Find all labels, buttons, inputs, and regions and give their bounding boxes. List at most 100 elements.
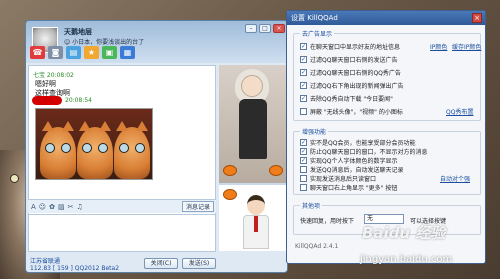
kitten-ear [79,121,91,131]
enhance-option[interactable]: ✓ 实现QQ个人字体颜色的数字显示 [300,156,397,165]
window-controls: – □ × [245,24,285,33]
message-meta: 20:08:54 [65,97,92,104]
ads-option[interactable]: 屏蔽 "无线头像"，"视频" 的小图标 [300,107,403,116]
ads-group-title: 去广告显示 [300,29,335,38]
send-button[interactable]: 发送(S) [182,258,216,269]
checkbox[interactable] [300,166,307,173]
option-label: 防止QQ聊天窗口的窗口，不显示对方的消息 [310,149,428,156]
chat-window: 天鹅地层 ☺ 小日本，你要浅谈出的台了 – □ × ☎ ◙ ▤ ★ ▣ ▦ 七宝… [25,20,288,273]
dialog-close-button[interactable]: × [472,13,482,23]
enhance-option[interactable]: 实现发送消息后只读窗口 [300,174,376,183]
option-label: 去除QQ秀自动下载 "今日要闻" [310,96,393,103]
kitten-eye [98,143,108,153]
scissors-icon[interactable]: ✂ [68,203,74,211]
ads-option[interactable]: ✓ 过滤QQ聊天窗口右侧的发送广告 [300,55,397,64]
ads-option[interactable]: ✓ 过滤QQ右下角出现的新闻弹出广告 [300,81,403,90]
message-history-button[interactable]: 消息记录 [181,201,214,212]
enhance-option[interactable]: 聊天窗口右上角显示 "更多" 按钮 [300,183,397,192]
qqshow-link[interactable]: QQ秀布置 [446,107,473,116]
checkbox[interactable]: ✓ [300,69,307,76]
kitten-eye [45,143,55,153]
kitten-eye [10,174,19,183]
option-label: 实不是QQ会员，也能享受部分会员功能 [310,140,416,147]
option-label: 过滤QQ右下角出现的新闻弹出广告 [310,83,404,90]
status-text: 112.83 [ 159 ] QQ2012 Beta2 [30,265,120,272]
boy-head [247,195,265,215]
dialog-title: 设置 KillQQAd [291,14,338,22]
option-label: 聊天窗口右上角显示 "更多" 按钮 [310,185,398,192]
message-input[interactable] [28,214,216,252]
enhance-option[interactable]: ✓ 防止QQ聊天窗口的窗口，不显示对方的消息 [300,147,427,156]
maximize-button[interactable]: □ [259,24,271,33]
option-label: 过滤QQ聊天窗口右侧的发送广告 [310,57,398,64]
kitten [77,121,113,179]
option-label: 在聊天窗口中显示好友的地址信息 [310,44,401,51]
enhance-group-title: 增强功能 [300,127,329,136]
file-icon[interactable]: ▤ [66,46,81,59]
checkbox[interactable]: ✓ [300,157,307,164]
option-label: 过滤QQ聊天窗口右侧的QQ秀广告 [310,70,401,77]
baidu-watermark: Baidu 经验 [362,224,446,242]
image-icon[interactable]: ▨ [58,203,65,211]
checkbox[interactable]: ✓ [300,95,307,102]
option-label: 实现QQ个人字体颜色的数字显示 [310,158,398,165]
checkbox[interactable]: ✓ [300,82,307,89]
kitten-ear [62,121,74,131]
ads-option[interactable]: ✓ 去除QQ秀自动下载 "今日要闻" [300,94,393,103]
kitten-eye [82,143,92,153]
auto-enhance-link[interactable]: 自动对个强 [440,174,470,183]
contact-name[interactable]: 天鹅地层 [64,27,92,37]
more-icon[interactable]: ▦ [120,46,135,59]
checkbox[interactable] [300,184,307,191]
pumpkin-icon [223,189,237,200]
cache-ip-color-link[interactable]: 缓存IP颜色 [452,42,481,51]
contact-signature: ☺ 小日本，你要浅谈出的台了 [64,39,145,46]
chat-header: 天鹅地层 ☺ 小日本，你要浅谈出的台了 – □ × ☎ ◙ ▤ ★ ▣ ▦ [26,21,287,63]
shared-kitten-image[interactable] [35,108,153,180]
enhance-option[interactable]: 发送QQ消息后，自动发送聊天记录 [300,165,403,174]
font-icon[interactable]: A [31,203,36,211]
screen-icon[interactable]: ▣ [102,46,117,59]
chat-toolbar: ☎ ◙ ▤ ★ ▣ ▦ [30,46,135,59]
checkbox[interactable] [300,175,307,182]
ads-option[interactable]: ✓ 在聊天窗口中显示好友的地址信息 [300,42,400,51]
phone-icon[interactable]: ☎ [30,46,45,59]
minimize-button[interactable]: – [245,24,257,33]
checkbox[interactable]: ✓ [300,139,307,146]
checkbox[interactable]: ✓ [300,43,307,50]
sticker-icon[interactable]: ✿ [49,203,55,211]
kitten-ear [116,121,128,131]
other-group-title: 其他项 [300,201,323,210]
message-meta: 七宝 20:08:02 [33,72,74,79]
checkbox[interactable] [300,108,307,115]
option-label: 屏蔽 "无线头像"，"视频" 的小图标 [310,109,403,116]
checkbox[interactable]: ✓ [300,56,307,63]
qq-show-avatar[interactable] [219,65,287,183]
close-button[interactable]: 关闭(C) [144,258,178,269]
ip-color-link[interactable]: IP颜色 [430,42,447,51]
ads-option[interactable]: ✓ 过滤QQ聊天窗口右侧的QQ秀广告 [300,68,401,77]
kitten [40,121,76,179]
emoji-icon[interactable]: ☺ [39,203,46,211]
kitten-eye [119,143,129,153]
message-area[interactable]: 七宝 20:08:02 嗯好啊 这样查询啊 20:08:54 [28,65,216,215]
doll-body [239,99,267,159]
reply-label: 快速回复，用时按下 [300,218,355,225]
kitten [114,121,150,179]
boy-tie [254,216,258,232]
video-icon[interactable]: ◙ [48,46,63,59]
kitten-eye [135,143,145,153]
enhance-option[interactable]: ✓ 实不是QQ会员，也能享受部分会员功能 [300,138,415,147]
app-icon[interactable]: ★ [84,46,99,59]
location-link[interactable]: 江苏省联通 [30,256,60,265]
checkbox[interactable]: ✓ [300,148,307,155]
baidu-url: jingyan.baidu.com [360,254,453,265]
my-show-avatar[interactable] [219,185,287,251]
version-text: KillQQAd 2.4.1 [295,243,339,250]
option-label: 实现发送消息后只读窗口 [310,176,377,183]
close-window-button[interactable]: × [273,24,285,33]
music-icon[interactable]: ♫ [76,203,82,211]
chat-footer: 江苏省联通 112.83 [ 159 ] QQ2012 Beta2 关闭(C) … [26,253,287,272]
enhance-group: 增强功能 ✓ 实不是QQ会员，也能享受部分会员功能 ✓ 防止QQ聊天窗口的窗口，不显… [293,127,481,195]
redacted-name [32,96,62,105]
